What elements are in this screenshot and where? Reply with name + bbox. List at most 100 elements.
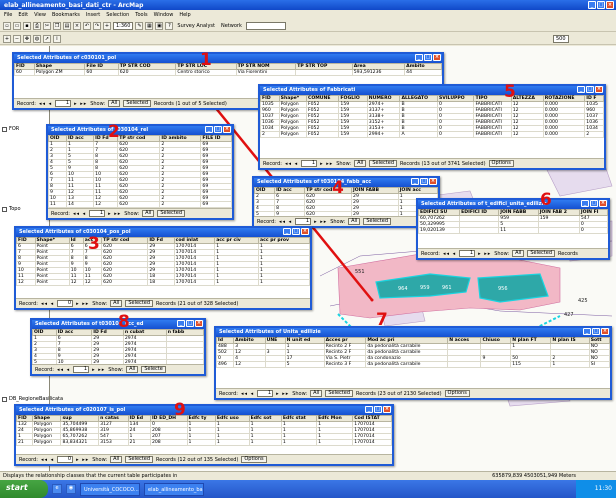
undo-icon[interactable]: ↶ xyxy=(83,21,91,30)
maximize-button[interactable]: □ xyxy=(186,320,194,327)
options-button[interactable]: Options xyxy=(488,160,514,167)
record-nav-first-prev[interactable]: ◂◂ ◂ xyxy=(41,301,54,307)
minimize-button[interactable]: _ xyxy=(177,320,185,327)
minimize-button[interactable]: _ xyxy=(205,126,213,133)
show-selected-button[interactable]: Selected xyxy=(527,250,556,257)
show-all-button[interactable]: All xyxy=(142,210,155,217)
attribute-table[interactable]: FID Shape File ID TP STR COD TP STR LOC TP ST… xyxy=(14,63,442,76)
redo-icon[interactable]: ↷ xyxy=(93,21,101,30)
show-selected-button[interactable]: Selected xyxy=(325,390,354,397)
close-button[interactable]: × xyxy=(383,406,391,413)
menu-selection[interactable]: Selection xyxy=(106,12,129,18)
copy-icon[interactable]: ❐ xyxy=(53,21,61,30)
show-selected-button[interactable]: Selected xyxy=(125,300,154,307)
open-icon[interactable]: ▭ xyxy=(13,21,21,30)
network-select[interactable] xyxy=(245,21,286,30)
show-all-button[interactable]: All xyxy=(348,218,361,225)
minimize-button[interactable]: _ xyxy=(415,54,423,61)
record-number-input[interactable]: 1 xyxy=(257,390,274,397)
menu-tools[interactable]: Tools xyxy=(135,12,147,18)
close-button[interactable]: × xyxy=(429,178,437,185)
maximize-button[interactable]: □ xyxy=(597,1,605,9)
record-nav-next-last[interactable]: ▸ ▸▸ xyxy=(74,101,87,107)
record-nav-next-last[interactable]: ▸ ▸▸ xyxy=(76,301,89,307)
minimize-button[interactable]: _ xyxy=(365,406,373,413)
attribute-table[interactable]: FID Shape* Id acc TP str cod ID Fd cod inlat ac… xyxy=(16,237,310,286)
checkbox-icon[interactable] xyxy=(2,396,7,402)
python-icon[interactable]: ▣ xyxy=(155,21,164,30)
show-selected-button[interactable]: Selected xyxy=(125,456,154,463)
close-button[interactable]: × xyxy=(195,320,203,327)
toc-item-topo[interactable]: Topo xyxy=(2,206,21,212)
record-nav-first-prev[interactable]: ◂◂ ◂ xyxy=(57,367,70,373)
attribute-table[interactable]: OID ID acc ID Fd n cubat n fabb 1 6 29 2974 2 7 29 2… xyxy=(32,329,204,366)
help-icon[interactable]: ? xyxy=(165,21,174,30)
record-number-input[interactable]: 1 xyxy=(89,210,106,217)
record-nav-next-last[interactable]: ▸ ▸▸ xyxy=(314,219,327,225)
menu-bookmarks[interactable]: Bookmarks xyxy=(52,12,80,18)
maximize-button[interactable]: □ xyxy=(292,228,300,235)
checkbox-icon[interactable] xyxy=(2,126,7,132)
add-data-icon[interactable]: + xyxy=(103,21,111,30)
cut-icon[interactable]: ✂ xyxy=(43,21,51,30)
zoom-out-icon[interactable]: − xyxy=(13,34,21,43)
table-row[interactable]: 12 Point 12 12 620 18 1707014 1 1 xyxy=(16,279,310,286)
minimize-button[interactable]: _ xyxy=(577,86,585,93)
attribute-window-f030104[interactable]: Selected Attributes of f030104_rel _ □ × O… xyxy=(46,124,234,220)
record-number-input[interactable]: 0 xyxy=(57,300,74,307)
record-nav-first-prev[interactable]: ◂◂ ◂ xyxy=(241,391,254,397)
toc-item-db-regione[interactable]: DB_RegioneBasilicata xyxy=(2,396,63,402)
record-nav-first-prev[interactable]: ◂◂ ◂ xyxy=(39,101,52,107)
table-row[interactable]: 21 Polygon 83,834321 3153 21 208 1 1 1 1 1 1707014 xyxy=(16,439,392,446)
attribute-window-t030104-fabb[interactable]: Selected Attributes of t030104_fabb_acc … xyxy=(252,176,440,228)
maximize-button[interactable]: □ xyxy=(424,54,432,61)
menu-insert[interactable]: Insert xyxy=(86,12,100,18)
maximize-button[interactable]: □ xyxy=(420,178,428,185)
table-row[interactable]: 60 Polygon ZM 60 620 Centro storico Via Fiore… xyxy=(14,69,442,76)
delete-icon[interactable]: × xyxy=(73,21,81,30)
show-selected-button[interactable]: Selected xyxy=(157,210,186,217)
new-doc-icon[interactable]: ▫ xyxy=(3,21,11,30)
record-nav-next-last[interactable]: ▸ ▸▸ xyxy=(76,457,89,463)
attribute-window-c020107[interactable]: Selected Attributes of c020107_is_pol _ □… xyxy=(14,404,394,466)
close-button[interactable]: × xyxy=(223,126,231,133)
attribute-table[interactable]: FID Shape sup n catas ID Ed ID ED_DH Edfc ty Ed… xyxy=(16,415,392,446)
show-all-button[interactable]: All xyxy=(512,250,525,257)
show-selected-button[interactable]: Selected xyxy=(123,100,152,107)
attribute-table[interactable]: OID ID acc ID Fd TP str cod ID ambito FILE ID… xyxy=(48,135,232,208)
minimize-button[interactable]: _ xyxy=(588,1,596,9)
editor-icon[interactable]: ✎ xyxy=(135,21,144,30)
maximize-button[interactable]: □ xyxy=(214,126,222,133)
survey-analyst-menu[interactable]: Survey Analyst xyxy=(175,23,217,29)
maximize-button[interactable]: □ xyxy=(586,86,594,93)
paste-icon[interactable]: ▤ xyxy=(63,21,71,30)
record-nav-next-last[interactable]: ▸ ▸▸ xyxy=(92,367,105,373)
record-number-input[interactable]: 1 xyxy=(55,100,72,107)
attribute-window-fabbricati[interactable]: Selected Attributes of Fabbricati _ □ × FI… xyxy=(258,84,606,170)
close-button[interactable]: × xyxy=(595,86,603,93)
arctoolbox-icon[interactable]: ▦ xyxy=(145,21,154,30)
record-nav-first-prev[interactable]: ◂◂ ◂ xyxy=(285,161,298,167)
record-nav-first-prev[interactable]: ◂◂ ◂ xyxy=(443,251,456,257)
taskbar-item-universita[interactable]: Università_COCOCO... xyxy=(80,482,140,496)
zoom-value[interactable]: 500 xyxy=(553,34,569,43)
maximize-button[interactable]: □ xyxy=(374,406,382,413)
menu-edit[interactable]: Edit xyxy=(18,12,28,18)
minimize-button[interactable]: _ xyxy=(583,328,591,335)
options-button[interactable]: Options xyxy=(241,456,267,463)
attribute-table[interactable]: EDIFICI SU EDIFICI ID JOIN FABB JOIN FAB 2J… xyxy=(418,209,608,234)
options-button[interactable]: Options xyxy=(444,390,470,397)
show-selected-button[interactable]: Selecte xyxy=(141,366,166,373)
record-number-input[interactable]: 0 xyxy=(57,456,74,463)
quick-launch-icon[interactable]: ◉ xyxy=(66,484,76,494)
minimize-button[interactable]: _ xyxy=(283,228,291,235)
zoom-in-icon[interactable]: + xyxy=(3,34,11,43)
close-button[interactable]: × xyxy=(601,328,609,335)
toc-item-for[interactable]: FOR xyxy=(2,126,19,132)
show-all-button[interactable]: All xyxy=(110,300,123,307)
show-all-button[interactable]: All xyxy=(354,160,367,167)
select-icon[interactable]: ➚ xyxy=(43,34,51,43)
show-all-button[interactable]: All xyxy=(110,456,123,463)
record-number-input[interactable]: 1 xyxy=(73,366,90,373)
save-icon[interactable]: ▪ xyxy=(23,21,31,30)
